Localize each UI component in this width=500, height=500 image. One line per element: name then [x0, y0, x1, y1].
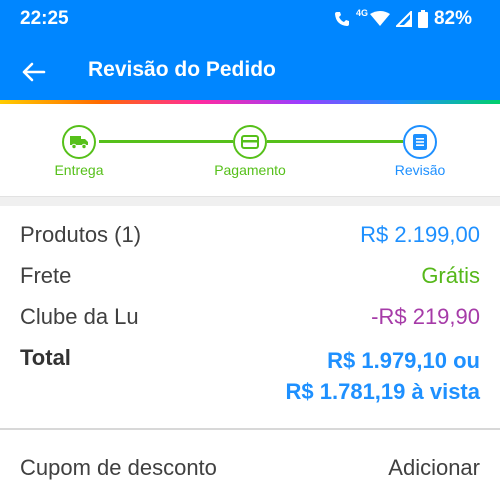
total-label: Total: [20, 345, 71, 370]
wifi-icon: [369, 11, 390, 27]
shipping-label: Frete: [20, 263, 72, 288]
page-title: Revisão do Pedido: [88, 58, 276, 81]
card-icon: [241, 135, 259, 149]
step-label-revisao: Revisão: [394, 162, 446, 178]
total-installment-value: R$ 1.979,10 ou: [327, 348, 480, 373]
back-button[interactable]: [18, 56, 50, 88]
total-value: R$ 1.979,10 ou R$ 1.781,19 à vista: [286, 345, 480, 407]
step-connector-1: [99, 140, 233, 143]
call-icon: [334, 11, 350, 27]
battery-icon: [417, 10, 428, 28]
shipping-value: Grátis: [421, 263, 480, 288]
total-cash-value: R$ 1.781,19 à vista: [285, 379, 480, 404]
app-bar: Revisão do Pedido: [0, 40, 500, 103]
products-value: R$ 2.199,00: [360, 222, 480, 247]
checkout-stepper: Entrega Pagamento Revisão: [0, 104, 500, 196]
products-label: Produtos (1): [20, 222, 142, 247]
arrow-left-icon: [22, 62, 46, 82]
document-icon: [413, 134, 427, 150]
step-connector-2: [267, 140, 403, 143]
club-label: Clube da Lu: [20, 304, 139, 329]
coupon-row[interactable]: Cupom de desconto Adicionar: [20, 455, 480, 485]
signal-icon: [395, 11, 412, 27]
add-coupon-button[interactable]: Adicionar: [388, 455, 480, 481]
coupon-label: Cupom de desconto: [20, 455, 217, 480]
network-type-label: 4G: [355, 8, 368, 18]
step-entrega[interactable]: [62, 125, 96, 159]
step-label-pagamento: Pagamento: [214, 162, 286, 178]
club-row: Clube da Lu -R$ 219,90: [20, 304, 480, 334]
status-icons: 4G 82%: [334, 8, 472, 30]
summary-separator: [0, 428, 500, 430]
step-revisao[interactable]: [403, 125, 437, 159]
status-time: 22:25: [20, 8, 69, 29]
section-divider: [0, 196, 500, 206]
battery-percent: 82%: [433, 8, 472, 29]
total-row: Total R$ 1.979,10 ou R$ 1.781,19 à vista: [20, 345, 480, 409]
status-bar: 22:25 4G 82%: [0, 0, 500, 40]
products-row: Produtos (1) R$ 2.199,00: [20, 222, 480, 252]
step-pagamento[interactable]: [233, 125, 267, 159]
truck-icon: [70, 136, 88, 149]
shipping-row: Frete Grátis: [20, 263, 480, 293]
step-label-entrega: Entrega: [54, 162, 104, 178]
club-discount-value: -R$ 219,90: [371, 304, 480, 329]
